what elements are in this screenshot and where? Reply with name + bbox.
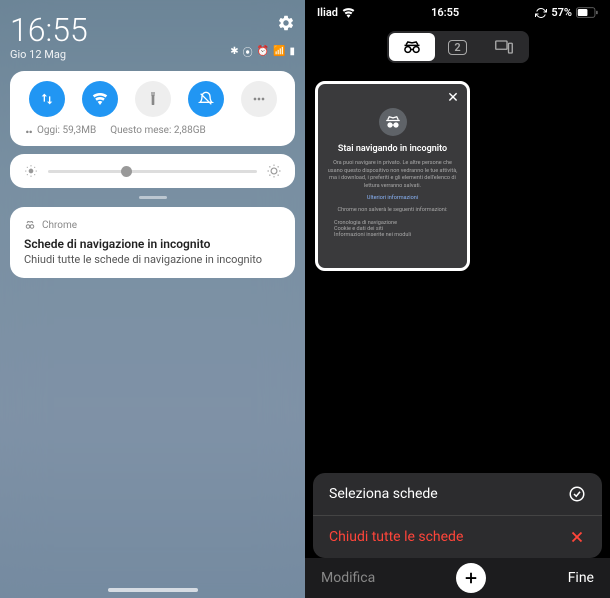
incognito-subheading: Chrome non salverà le seguenti informazi…	[337, 207, 447, 215]
carrier-label: Iliad	[317, 6, 338, 19]
incognito-bullets: Cronologia di navigazione Cookie e dati …	[326, 220, 411, 238]
select-tabs-item[interactable]: Seleziona schede	[313, 473, 602, 516]
wifi-toggle[interactable]	[82, 81, 118, 117]
incognito-description: Ora puoi navigare in privato. Le altre p…	[326, 160, 459, 191]
incognito-large-icon	[379, 108, 407, 136]
done-button[interactable]: Fine	[568, 570, 594, 586]
tab-switcher-segment: 2	[305, 25, 610, 73]
extra-toggle[interactable]	[241, 81, 277, 117]
learn-more-link: Ulteriori informazioni	[367, 195, 418, 201]
battery-icon	[576, 7, 598, 18]
notification-title: Schede di navigazione in incognito	[24, 237, 281, 251]
wifi-icon	[342, 8, 355, 18]
brightness-low-icon	[24, 164, 38, 178]
brightness-high-icon	[267, 164, 281, 178]
panel-drag-handle[interactable]	[139, 196, 167, 199]
flashlight-toggle[interactable]	[135, 81, 171, 117]
status-icons: ✱⦿⏰📶▮	[230, 44, 295, 59]
incognito-icon	[24, 219, 36, 231]
settings-icon[interactable]	[277, 14, 295, 32]
home-indicator[interactable]	[108, 588, 198, 592]
close-all-tabs-item[interactable]: Chiudi tutte le schede	[313, 516, 602, 558]
battery-label: 57%	[551, 6, 572, 19]
brightness-slider-panel[interactable]	[10, 154, 295, 188]
new-tab-button[interactable]	[456, 563, 486, 593]
brightness-track[interactable]	[48, 170, 257, 173]
clock: 16:55	[10, 14, 88, 46]
status-bar: 16:55 Gio 12 Mag ✱⦿⏰📶▮	[10, 14, 295, 61]
android-screen: 16:55 Gio 12 Mag ✱⦿⏰📶▮	[0, 0, 305, 598]
ios-screen: Iliad 16:55 57% 2 ✕ Stai navigando in	[305, 0, 610, 598]
incognito-tab-segment[interactable]	[389, 33, 435, 61]
devices-segment[interactable]	[481, 33, 527, 61]
close-tab-button[interactable]: ✕	[445, 90, 461, 106]
data-usage-stats[interactable]: Oggi: 59,3MB Questo mese: 2,88GB	[20, 125, 285, 136]
incognito-tab-thumbnail[interactable]: ✕ Stai navigando in incognito Ora puoi n…	[315, 81, 470, 271]
mobile-data-toggle[interactable]	[29, 81, 65, 117]
ios-status-bar: Iliad 16:55 57%	[305, 0, 610, 25]
dnd-toggle[interactable]	[188, 81, 224, 117]
incognito-heading: Stai navigando in incognito	[338, 144, 447, 154]
close-icon	[568, 528, 586, 546]
context-menu: Seleziona schede Chiudi tutte le schede	[313, 473, 602, 558]
bottom-toolbar: Modifica Fine	[305, 558, 610, 598]
quick-settings-panel: Oggi: 59,3MB Questo mese: 2,88GB	[10, 71, 295, 146]
notification-app-name: Chrome	[42, 220, 77, 231]
incognito-small-icon	[24, 126, 34, 136]
date: Gio 12 Mag	[10, 48, 88, 61]
regular-tabs-segment[interactable]: 2	[435, 33, 481, 61]
edit-button[interactable]: Modifica	[321, 570, 375, 586]
chrome-notification[interactable]: Chrome Schede di navigazione in incognit…	[10, 207, 295, 278]
notification-body: Chiudi tutte le schede di navigazione in…	[24, 253, 281, 266]
checkmark-circle-icon	[568, 485, 586, 503]
refresh-icon	[535, 7, 547, 19]
ios-clock: 16:55	[431, 6, 459, 19]
